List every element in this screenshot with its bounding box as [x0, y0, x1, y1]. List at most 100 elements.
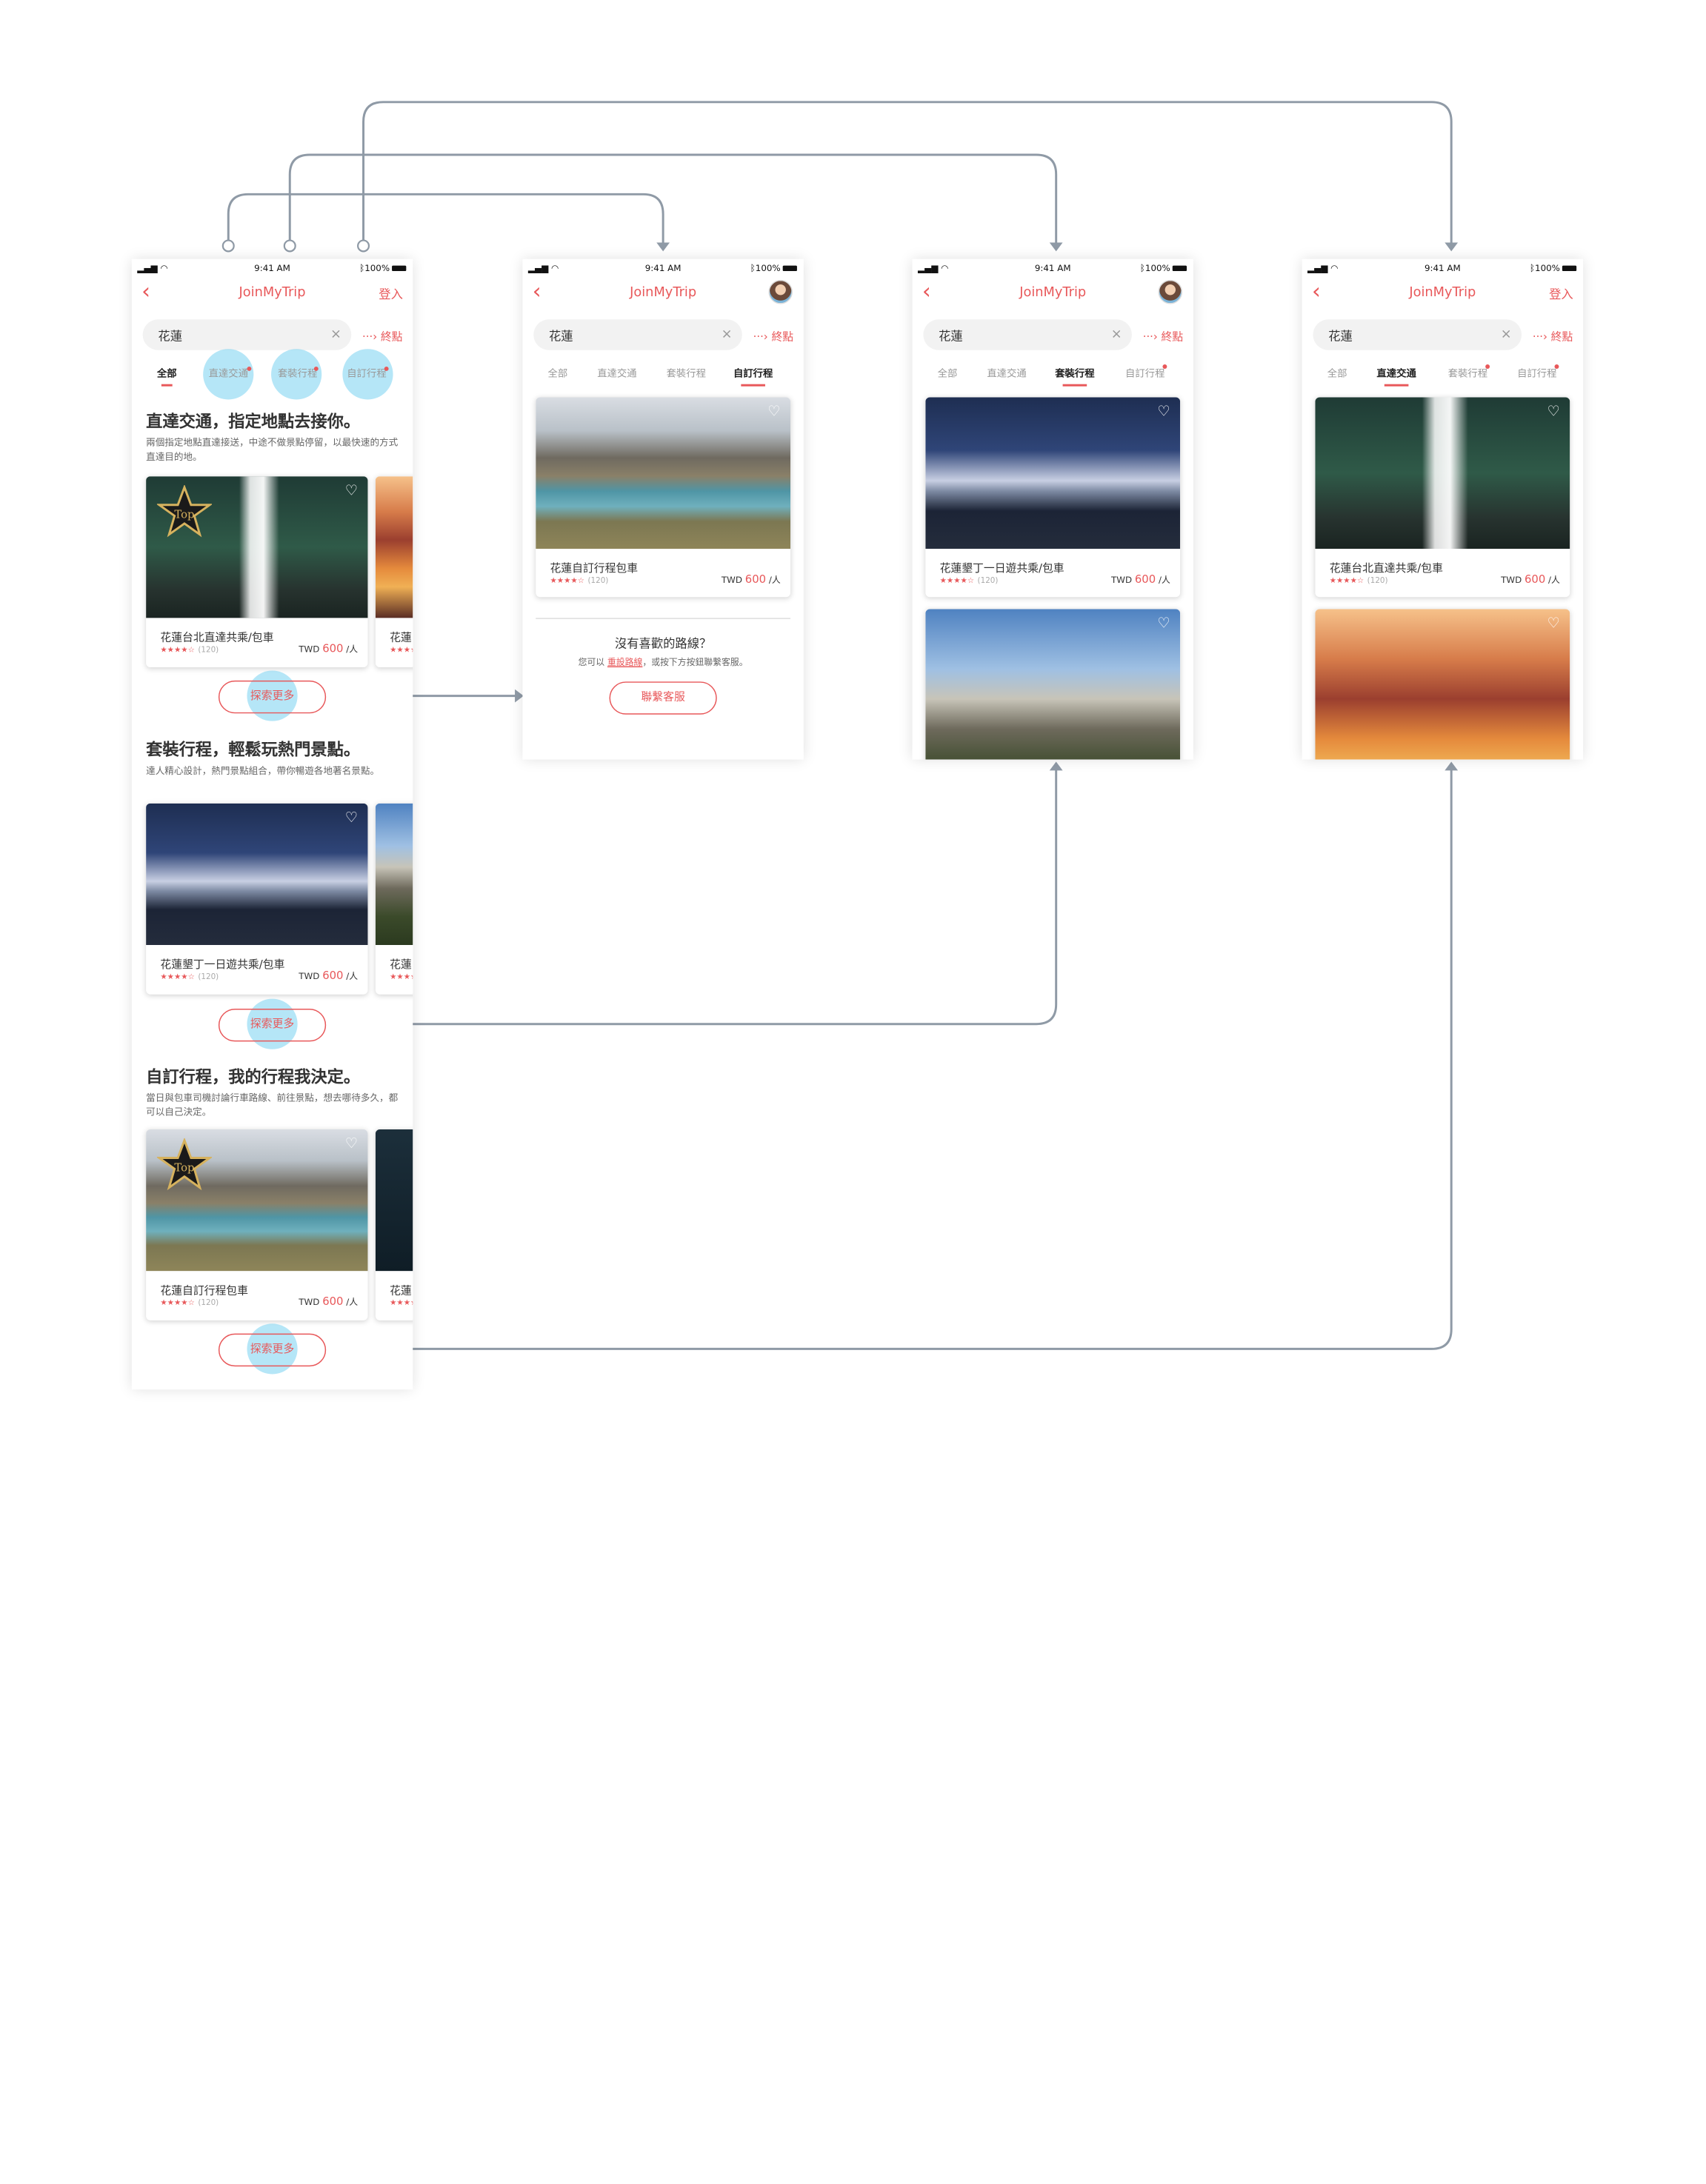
- trip-card[interactable]: ♡ 花蓮墾丁一日遊共乘/包車 ★★★★☆ (120) TWD 600 /人: [146, 803, 368, 995]
- avatar-icon[interactable]: [1158, 279, 1183, 304]
- connector-node: [283, 239, 296, 253]
- tab-all[interactable]: 全部: [157, 366, 177, 387]
- trip-card[interactable]: ♡: [1315, 609, 1570, 760]
- price-amount: 600: [322, 1296, 344, 1309]
- connector-tab-direct: [362, 101, 1453, 244]
- trip-card-peek[interactable]: 花蓮 ★★★★☆: [375, 476, 413, 668]
- tab-direct[interactable]: 直達交通: [987, 366, 1026, 380]
- avatar-icon[interactable]: [768, 279, 793, 304]
- battery-icon: ᛒ100%: [359, 264, 407, 273]
- section-desc-custom: 當日與包車司機討論行車路線、前往景點，想去哪待多久，都可以自己決定。: [146, 1093, 399, 1119]
- heart-icon[interactable]: ♡: [345, 1136, 358, 1152]
- destination-link[interactable]: ···› 終點: [1143, 327, 1183, 344]
- trip-photo: [925, 609, 1181, 760]
- app-title: JoinMyTrip: [1409, 284, 1476, 300]
- heart-icon[interactable]: ♡: [1547, 615, 1560, 632]
- arrow-right-icon: ···›: [362, 331, 378, 344]
- rating-stars: ★★★★☆ (120): [160, 972, 219, 981]
- review-count: (120): [977, 576, 999, 585]
- price-currency: TWD: [721, 575, 742, 585]
- trip-name: 花蓮自訂行程包車: [550, 563, 639, 575]
- trip-card-peek[interactable]: 花蓮 ★★★★☆: [375, 1129, 413, 1320]
- battery-level: 100%: [755, 263, 781, 274]
- trip-card[interactable]: Top ♡ 花蓮台北直達共乘/包車 ★★★★☆ (120) TWD 600 /人: [146, 476, 368, 668]
- heart-icon[interactable]: ♡: [1547, 404, 1560, 420]
- trip-name: 花蓮台北直達共乘/包車: [160, 632, 274, 644]
- tab-package[interactable]: 套裝行程: [278, 366, 317, 380]
- tab-direct[interactable]: 直達交通: [209, 366, 248, 380]
- search-input[interactable]: 花蓮 ×: [533, 319, 742, 350]
- app-title: JoinMyTrip: [630, 284, 697, 300]
- connector-more-2: [318, 768, 1058, 1026]
- tab-all[interactable]: 全部: [1327, 366, 1347, 380]
- trip-photo: [146, 803, 368, 946]
- clear-icon[interactable]: ×: [1111, 326, 1122, 341]
- contact-support-button[interactable]: 聯繫客服: [609, 681, 717, 715]
- price-unit: /人: [1158, 575, 1170, 585]
- destination-link[interactable]: ···› 終點: [362, 327, 402, 344]
- trip-price: TWD 600 /人: [299, 643, 358, 655]
- destination-link[interactable]: ···› 終點: [1533, 327, 1573, 344]
- explore-more-button[interactable]: 探索更多: [218, 1333, 327, 1367]
- explore-more-button[interactable]: 探索更多: [218, 680, 327, 714]
- review-count: (120): [198, 1298, 219, 1308]
- heart-icon[interactable]: ♡: [345, 483, 358, 499]
- heart-icon[interactable]: ♡: [1158, 615, 1170, 632]
- arrowhead-icon: [656, 242, 670, 252]
- trip-name: 花蓮墾丁一日遊共乘/包車: [939, 563, 1064, 575]
- tab-all[interactable]: 全部: [548, 366, 568, 380]
- arrowhead-icon: [1049, 761, 1063, 771]
- trip-price: TWD 600 /人: [299, 970, 358, 982]
- explore-more-button[interactable]: 探索更多: [218, 1008, 327, 1042]
- search-input[interactable]: 花蓮 ×: [923, 319, 1132, 350]
- trip-card[interactable]: ♡: [925, 609, 1181, 760]
- heart-icon[interactable]: ♡: [767, 404, 780, 420]
- tab-custom[interactable]: 自訂行程: [1517, 366, 1556, 380]
- search-value: 花蓮: [1328, 329, 1353, 344]
- clear-icon[interactable]: ×: [722, 326, 733, 341]
- price-currency: TWD: [299, 644, 320, 655]
- tab-custom[interactable]: 自訂行程: [733, 366, 773, 387]
- search-input[interactable]: 花蓮 ×: [1313, 319, 1522, 350]
- star-icon: ★★★★☆: [550, 576, 585, 585]
- reset-route-link[interactable]: 重設路線: [607, 658, 642, 667]
- clear-icon[interactable]: ×: [1501, 326, 1512, 341]
- price-currency: TWD: [299, 971, 320, 981]
- tab-custom[interactable]: 自訂行程: [1125, 366, 1164, 380]
- tab-package[interactable]: 套裝行程: [1448, 366, 1487, 380]
- tab-package[interactable]: 套裝行程: [1055, 366, 1095, 387]
- tab-direct[interactable]: 直達交通: [1376, 366, 1416, 387]
- trip-card[interactable]: Top ♡ 花蓮自訂行程包車 ★★★★☆ (120) TWD 600 /人: [146, 1129, 368, 1320]
- arrow-right-icon: ···›: [753, 331, 768, 344]
- trip-card[interactable]: ♡ 花蓮台北直達共乘/包車 ★★★★☆ (120) TWD 600 /人: [1315, 397, 1570, 598]
- search-input[interactable]: 花蓮 ×: [142, 319, 352, 350]
- heart-icon[interactable]: ♡: [345, 810, 358, 826]
- screen-custom: ▂▄▆ ◠ 9:41 AM ᛒ100% ‹ JoinMyTrip 花蓮 × ··…: [522, 258, 804, 760]
- trip-photo: [1315, 609, 1570, 760]
- connector-more-3: [318, 768, 1453, 1350]
- new-dot: [1485, 364, 1490, 369]
- tab-package[interactable]: 套裝行程: [667, 366, 706, 380]
- tab-direct[interactable]: 直達交通: [597, 366, 636, 380]
- empty-desc-suffix: ，或按下方按鈕聯繫客服。: [642, 657, 748, 668]
- search-value: 花蓮: [939, 329, 963, 344]
- tab-custom[interactable]: 自訂行程: [347, 366, 386, 380]
- login-link[interactable]: 登入: [1549, 285, 1573, 303]
- nav-bar: ‹ JoinMyTrip 登入: [1302, 276, 1583, 309]
- trip-card[interactable]: ♡ 花蓮墾丁一日遊共乘/包車 ★★★★☆ (120) TWD 600 /人: [925, 397, 1181, 598]
- trip-name: 花蓮: [390, 632, 412, 644]
- trip-card-peek[interactable]: 花蓮 ★★★★☆: [375, 803, 413, 995]
- status-bar: ▂▄▆ ◠ 9:41 AM ᛒ100%: [522, 259, 803, 277]
- trip-card[interactable]: ♡ 花蓮自訂行程包車 ★★★★☆ (120) TWD 600 /人: [536, 397, 791, 598]
- tab-all[interactable]: 全部: [938, 366, 958, 380]
- heart-icon[interactable]: ♡: [1158, 404, 1170, 420]
- login-link[interactable]: 登入: [379, 285, 403, 303]
- trip-photo: [375, 803, 413, 946]
- price-unit: /人: [346, 644, 359, 655]
- destination-link[interactable]: ···› 終點: [753, 327, 793, 344]
- price-currency: TWD: [1110, 575, 1133, 585]
- status-bar: ▂▄▆ ◠ 9:41 AM ᛒ100%: [913, 259, 1193, 277]
- new-dot: [384, 366, 389, 371]
- clear-icon[interactable]: ×: [330, 326, 341, 341]
- section-desc-package: 達人精心設計，熱門景點組合，帶你暢遊各地著名景點。: [146, 766, 380, 778]
